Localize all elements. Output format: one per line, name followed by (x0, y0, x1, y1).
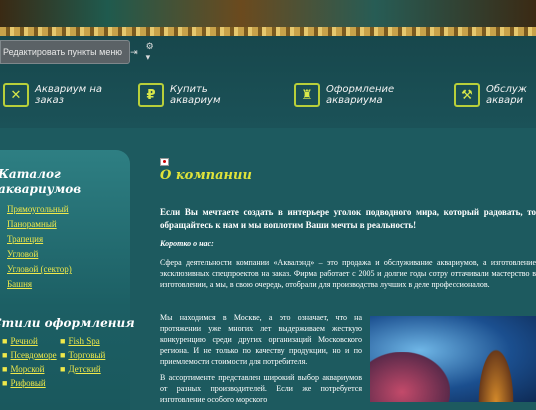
catalog-link-panoramic[interactable]: Панорамный (7, 219, 57, 229)
nav-item-custom-aquarium[interactable]: ✕ Аквариум на заказ (3, 80, 102, 110)
nav-label-line2: заказ (35, 95, 64, 106)
paragraph-about: Сфера деятельности компании «Аквалэнд» –… (160, 258, 536, 289)
page-title: О компании (160, 168, 252, 183)
catalog-title-line1: Каталог (0, 167, 61, 181)
gold-frame-border (0, 27, 536, 36)
styles-title: Стили оформления (0, 316, 135, 330)
style-link-commercial[interactable]: ■ Торговый (60, 350, 105, 360)
lead-paragraph: Если Вы мечтаете создать в интерьере уго… (160, 207, 536, 230)
style-link-kids[interactable]: ■ Детский (60, 364, 101, 374)
nav-label-line1: Аквариум на (35, 84, 103, 95)
paragraph-assortment: В ассортименте представлен широкий выбор… (160, 373, 362, 404)
nav-label-line2: аквари (486, 95, 524, 106)
flag-icon (160, 158, 169, 166)
nav-label-line2: аквариум (170, 95, 221, 106)
catalog-link-rectangular[interactable]: Прямоугольный (7, 204, 69, 214)
nav-label-line1: Оформление (326, 84, 395, 95)
aquarium-photo (370, 316, 536, 402)
nav-item-buy-aquarium[interactable]: ₽ Купить аквариум (138, 80, 221, 110)
edit-menu-label[interactable]: Редактировать пункты меню (1, 47, 122, 57)
nav-label-line2: аквариума (326, 95, 383, 106)
catalog-link-corner[interactable]: Угловой (7, 249, 38, 259)
nav-item-aquarium-design[interactable]: ♜ Оформление аквариума (294, 80, 394, 110)
arrows-icon[interactable]: ⇥ (130, 47, 138, 58)
style-link-fish-spa[interactable]: ■ Fish Spa (60, 336, 100, 346)
nav-item-aquarium-service[interactable]: ⚒ Обслуж аквари (454, 80, 527, 110)
paragraph-location: Мы находимся в Москве, а это означает, ч… (160, 313, 362, 366)
ruble-icon: ₽ (138, 83, 164, 107)
tools-icon: ✕ (3, 83, 29, 107)
edit-menu-toolbar[interactable]: Редактировать пункты меню ⇥ ⚙ ▾ (0, 40, 154, 64)
nav-label-line1: Купить (170, 84, 208, 95)
style-link-reef[interactable]: ■ Рифовый (2, 378, 46, 388)
style-link-river[interactable]: ■ Речной (2, 336, 38, 346)
subheading: Коротко о нас: (160, 239, 214, 248)
style-link-marine[interactable]: ■ Морской (2, 364, 44, 374)
catalog-link-trapezoid[interactable]: Трапеция (7, 234, 43, 244)
catalog-title-line2: аквариумов (0, 182, 82, 196)
catalog-title: Каталог аквариумов (0, 167, 81, 197)
castle-icon: ♜ (294, 83, 320, 107)
style-link-pseudosea[interactable]: ■ Псевдоморе (2, 350, 57, 360)
service-icon: ⚒ (454, 83, 480, 107)
gear-icon[interactable]: ⚙ ▾ (146, 41, 154, 63)
catalog-link-tower[interactable]: Башня (7, 279, 32, 289)
nav-label-line1: Обслуж (486, 84, 527, 95)
catalog-link-corner-sector[interactable]: Угловой (сектор) (7, 264, 72, 274)
